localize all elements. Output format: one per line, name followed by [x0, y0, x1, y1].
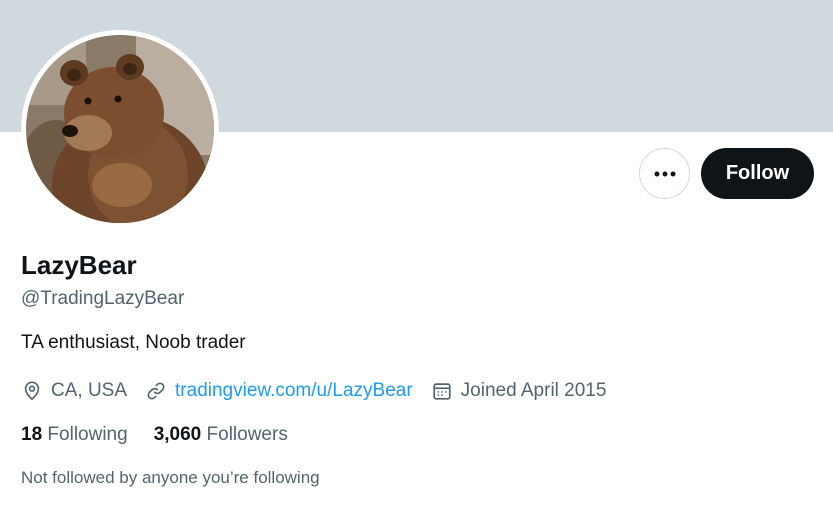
joined-text: Joined April 2015: [460, 380, 607, 401]
more-options-button[interactable]: [639, 148, 690, 199]
user-handle: @TradingLazyBear: [21, 288, 185, 309]
user-bio: TA enthusiast, Noob trader: [21, 332, 246, 353]
link-icon: [147, 382, 165, 400]
calendar-icon: [433, 383, 451, 400]
followers-link[interactable]: 3,060 Followers: [154, 424, 288, 446]
display-name: LazyBear: [21, 250, 137, 280]
location-pin-icon: [24, 381, 40, 401]
following-count: 18: [21, 424, 43, 445]
location-item: CA, USA: [21, 380, 127, 402]
following-label: Following: [47, 424, 128, 445]
website-item: tradingview.com/u/LazyBear: [145, 380, 413, 402]
profile-meta: CA, USA tradingview.com/u/LazyBear Joine…: [21, 377, 624, 405]
avatar[interactable]: [21, 30, 219, 228]
joined-item: Joined April 2015: [431, 380, 607, 402]
location-text: CA, USA: [51, 380, 128, 401]
followers-count: 3,060: [153, 424, 202, 445]
followed-by-note: Not followed by anyone you’re following: [21, 468, 320, 487]
profile-stats: 18 Following 3,060 Followers: [21, 424, 314, 446]
ellipsis-icon: [654, 171, 675, 176]
website-link[interactable]: tradingview.com/u/LazyBear: [175, 380, 413, 402]
avatar-image: [26, 35, 214, 223]
follow-button[interactable]: Follow: [701, 148, 814, 199]
followers-label: Followers: [206, 424, 288, 445]
following-link[interactable]: 18 Following: [21, 424, 128, 446]
